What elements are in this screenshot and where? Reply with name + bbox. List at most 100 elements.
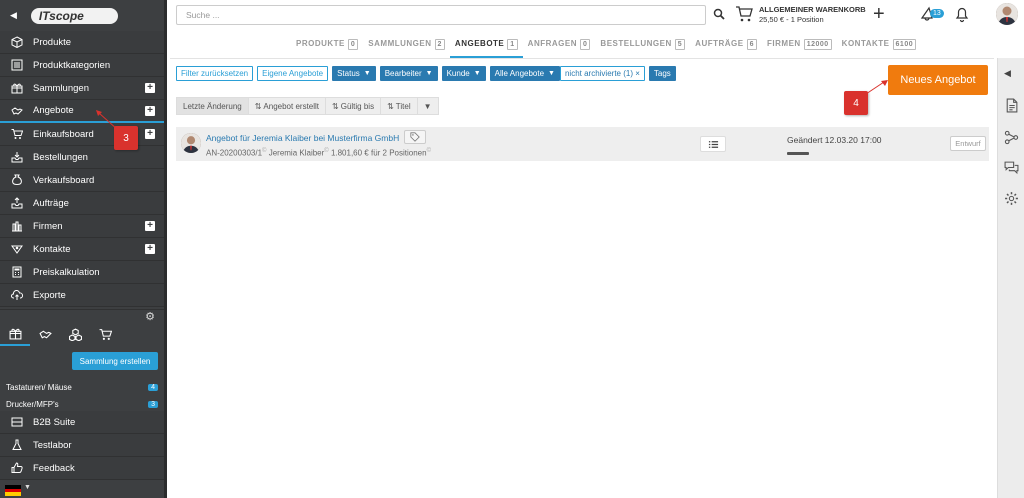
nav-item-contacts[interactable]: Kontakte + [0, 238, 164, 261]
customer-filter[interactable]: Kunde ▼ [441, 66, 486, 81]
search-input[interactable]: Suche ... [176, 5, 706, 25]
tab-products[interactable]: PRODUKTE 0 [296, 36, 359, 58]
nav-item-companies[interactable]: Firmen + [0, 215, 164, 238]
collection-item[interactable]: Drucker/MFP's 3 [6, 398, 158, 411]
sort-bar: Letzte Änderung ⇅ Angebot erstellt ⇅ Gülti… [176, 97, 439, 115]
nav-item-label: Produktkategorien [33, 59, 111, 71]
cart-icon[interactable] [735, 5, 753, 23]
own-offers-button[interactable]: Eigene Angebote [257, 66, 329, 81]
nav-item-label: Produkte [33, 36, 72, 48]
tab-jobs[interactable]: AUFTRÄGE 6 [695, 36, 758, 58]
tab-count: 12000 [803, 39, 832, 50]
collapse-sidebar-icon[interactable]: ◀ [10, 10, 17, 21]
customer-filter-label: Kunde [446, 69, 470, 78]
cube-icon [10, 35, 24, 49]
collection-item[interactable]: Tastaturen/ Mäuse 4 [6, 381, 158, 394]
create-collection-button[interactable]: Sammlung erstellen [72, 352, 158, 370]
all-offers-filter-group: Alle Angebote ▼ nicht archivierte (1) × [489, 66, 645, 81]
annotation-pointer [96, 110, 119, 131]
search-icon[interactable] [713, 8, 725, 20]
tab-count: 1 [507, 39, 518, 50]
tab-count: 2 [434, 39, 445, 50]
chat-icon[interactable] [1004, 160, 1019, 175]
building-icon [10, 219, 24, 233]
nav-item-categories[interactable]: Produktkategorien [0, 54, 164, 77]
annotation-pointer [865, 80, 888, 95]
moneybag-icon [10, 173, 24, 187]
nav-item-b2b-suite[interactable]: B2B Suite [0, 411, 164, 434]
language-flag-icon[interactable] [5, 485, 21, 497]
gear-icon[interactable] [1004, 191, 1019, 206]
sort-title[interactable]: ⇅ Titel [381, 98, 418, 114]
tab-cart[interactable] [90, 322, 120, 346]
add-contact-button[interactable]: + [145, 244, 155, 254]
handshake-icon [10, 104, 24, 118]
sort-icon: ⇅ [332, 101, 339, 111]
status-badge[interactable]: Entwurf [950, 136, 986, 151]
nav-item-orders[interactable]: Bestellungen [0, 146, 164, 169]
table-row[interactable]: Angebot für Jeremia Klaiber bei Musterfi… [176, 127, 989, 161]
tab-companies[interactable]: FIRMEN 12000 [767, 36, 832, 58]
add-icon[interactable]: + [873, 4, 885, 24]
nav-item-jobs[interactable]: Aufträge [0, 192, 164, 215]
add-collection-button[interactable]: + [145, 83, 155, 93]
tab-collections[interactable] [0, 322, 30, 346]
offer-person: Jeremia Klaiber [268, 148, 325, 158]
reset-filter-button[interactable]: Filter zurücksetzen [176, 66, 254, 81]
document-icon[interactable] [1004, 98, 1019, 113]
tab-count: 5 [674, 39, 686, 50]
sort-more-dropdown[interactable]: ▼ [418, 98, 438, 114]
add-offer-button[interactable]: + [145, 106, 155, 116]
tab-offers[interactable] [30, 322, 60, 346]
add-purchase-board-button[interactable]: + [145, 129, 155, 139]
tags-filter[interactable]: Tags [648, 66, 676, 81]
nav-item-offers[interactable]: Angebote + [0, 100, 164, 123]
sort-last-change[interactable]: Letzte Änderung [177, 98, 249, 114]
chevron-down-icon[interactable]: ▼ [24, 484, 31, 491]
tab-offers[interactable]: ANGEBOTE 1 [449, 36, 523, 58]
tab-orders[interactable]: BESTELLUNGEN 5 [600, 36, 686, 58]
tab-label: SAMMLUNGEN [368, 39, 432, 48]
nav-item-label: Verkaufsboard [33, 174, 95, 186]
cart-title[interactable]: ALLGEMEINER WARENKORB [759, 5, 866, 14]
nav-item-feedback[interactable]: Feedback [0, 457, 164, 480]
logo[interactable]: ITscope [30, 7, 118, 24]
positions-list-button[interactable] [700, 136, 726, 152]
sort-valid[interactable]: ⇅ Gültig bis [326, 98, 382, 114]
tab-requests[interactable]: ANFRAGEN 0 [528, 36, 591, 58]
bell-icon[interactable] [953, 5, 971, 23]
sort-icon: ⇅ [254, 101, 262, 111]
nav-item-purchase-board[interactable]: Einkaufsboard + [0, 123, 164, 146]
new-offer-button[interactable]: Neues Angebot [888, 65, 988, 95]
tab-collections[interactable]: SAMMLUNGEN 2 [368, 36, 445, 58]
not-archived-chip[interactable]: nicht archivierte (1) × [559, 66, 645, 81]
funnel-icon: ▼ [548, 70, 555, 77]
nav-item-sales-board[interactable]: Verkaufsboard [0, 169, 164, 192]
calculator-icon [10, 265, 24, 279]
nav-item-products[interactable]: Produkte [0, 31, 164, 54]
cubes-icon [68, 327, 82, 341]
offer-title-link[interactable]: Angebot für Jeremia Klaiber bei Musterfi… [206, 133, 399, 143]
gift-icon [10, 81, 24, 95]
expand-panel-icon[interactable]: ◀ [1004, 68, 1019, 83]
nav-item-price-calculation[interactable]: Preiskalkulation [0, 261, 164, 284]
tab-products[interactable] [60, 322, 90, 346]
tag-icon[interactable] [404, 130, 426, 144]
avatar[interactable] [996, 3, 1018, 25]
cart-icon [10, 127, 24, 141]
nav-item-label: Exporte [33, 289, 66, 301]
main-tabs: PRODUKTE 0 SAMMLUNGEN 2 ANGEBOTE 1 ANFRAGEN… [296, 36, 926, 58]
nav-item-collections[interactable]: Sammlungen + [0, 77, 164, 100]
nav-item-label: Bestellungen [33, 151, 88, 163]
progress-bar [787, 152, 809, 155]
status-filter[interactable]: Status ▼ [332, 66, 376, 81]
sort-label: Angebot erstellt [263, 101, 320, 111]
nav-item-exports[interactable]: Exporte [0, 284, 164, 307]
add-company-button[interactable]: + [145, 221, 155, 231]
editor-filter[interactable]: Bearbeiter ▼ [379, 66, 438, 81]
all-offers-filter[interactable]: Alle Angebote ▼ [489, 66, 560, 81]
sort-created[interactable]: ⇅ Angebot erstellt [249, 98, 327, 114]
share-icon[interactable] [1004, 130, 1019, 145]
tab-contacts[interactable]: KONTAKTE 6100 [842, 36, 917, 58]
nav-item-testlab[interactable]: Testlabor [0, 434, 164, 457]
